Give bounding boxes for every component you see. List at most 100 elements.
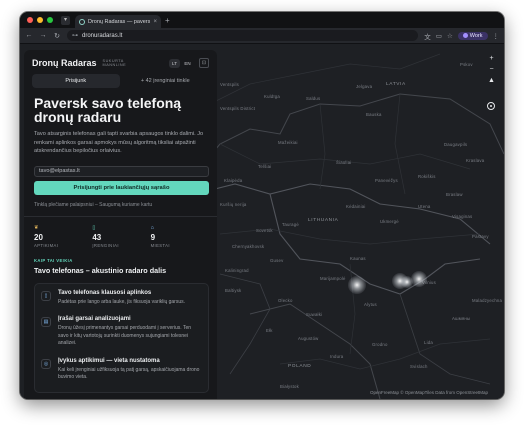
step-title: Įrašai garsai analizuojami <box>58 316 131 322</box>
map-city-label: Gusev <box>270 258 284 263</box>
url-text: dronuradaras.lt <box>82 32 123 39</box>
divider <box>24 215 217 217</box>
brand-subtitle: SUKURTA MANNLINE <box>102 58 127 68</box>
stat-cities: ⌂ 9 MIESTAI <box>151 225 209 248</box>
map-city-label: Ашмяны <box>452 316 471 321</box>
stat-label: APTIKIMAI <box>34 242 59 248</box>
how-it-works-kicker: KAIP TAI VEIKIA <box>34 257 73 263</box>
map-country-label: POLAND <box>288 364 312 369</box>
profile-chip[interactable]: Work <box>457 31 488 40</box>
map-city-label: Tauragė <box>282 222 299 227</box>
minimize-window-button[interactable] <box>37 17 43 23</box>
map-city-label: Ventspils District <box>220 106 256 111</box>
reload-icon[interactable]: ↻ <box>53 32 61 40</box>
back-icon[interactable]: ← <box>25 32 33 39</box>
stat-label: MIESTAI <box>150 242 170 248</box>
tab-join[interactable]: Prisijunk <box>32 74 120 88</box>
map-city-label: Pastavy <box>472 234 489 239</box>
tab-list-icon[interactable]: ▾ <box>61 15 70 25</box>
map-city-label: Svislach <box>410 364 428 369</box>
map-attribution[interactable]: OpenFreeMap © OpenMapTiles Data from Ope… <box>370 390 488 395</box>
email-field[interactable]: tavo@elpastas.lt <box>34 165 209 177</box>
translate-icon[interactable]: 文 <box>424 31 431 41</box>
close-window-button[interactable] <box>27 17 33 23</box>
stat-detections: ❦ 20 APTIKIMAI <box>34 225 92 248</box>
map-city-label: Braslaw <box>446 192 463 197</box>
map-city-label: Kėdainiai <box>346 204 366 209</box>
network-note: Tinklą plečiame palaipsniui – Saugumą ku… <box>34 201 153 208</box>
stat-devices: ▯ 43 ĮRENGINIAI <box>92 225 150 248</box>
cast-icon[interactable]: ▭ <box>436 32 442 40</box>
list-item: ▤ Įrašai garsai analizuojami Dronų ūžesį… <box>41 316 200 348</box>
language-switcher: LT EN <box>169 58 193 68</box>
browser-window: ▾ Dronų Radaras — paversk sav... × + ← →… <box>20 12 504 399</box>
map-city-label: Visaginas <box>452 214 473 219</box>
panel-header: Dronų Radaras SUKURTA MANNLINE LT EN ⊡ <box>24 50 217 70</box>
profile-avatar-icon <box>462 33 468 38</box>
map-city-label: Panevėžys <box>375 178 398 183</box>
toolbar-actions: 文 ▭ ☆ Work ⋮ <box>424 31 499 41</box>
map-city-label: Lida <box>424 340 433 345</box>
list-item: ◎ Įvykus aptikimui — vieta nustatoma Kai… <box>41 358 200 382</box>
browser-tab-active[interactable]: Dronų Radaras — paversk sav... × <box>75 15 161 28</box>
device-icon: ▯ <box>92 224 96 231</box>
stat-value: 9 <box>150 232 156 242</box>
list-item: ▯ Tavo telefonas klausosi aplinkos Padėt… <box>41 290 200 307</box>
map-city-label: Maladzyechna <box>472 298 503 303</box>
lang-en-button[interactable]: EN <box>182 59 193 68</box>
stat-value: 43 <box>92 232 102 242</box>
compass-icon[interactable]: ▲ <box>487 76 496 85</box>
locate-me-icon[interactable] <box>487 102 495 110</box>
map-city-label: Saldus <box>306 96 321 101</box>
map-country-label: LITHUANIA <box>308 218 339 223</box>
map-city-label: Augustów <box>298 336 319 341</box>
maximize-window-button[interactable] <box>47 17 53 23</box>
map-city-label: Sovetsk <box>256 228 273 233</box>
stat-label: ĮRENGINIAI <box>92 242 119 248</box>
bookmark-star-icon[interactable]: ☆ <box>447 32 453 40</box>
hero-description: Tavo atsarginis telefonas gali tapti sva… <box>34 131 204 154</box>
map-city-label: Ukmergė <box>380 219 399 224</box>
zoom-out-button[interactable]: − <box>487 65 496 74</box>
map-city-label: Bauska <box>366 112 382 117</box>
how-it-works-title: Tavo telefonas – akustinio radaro dalis <box>34 265 167 275</box>
join-waitlist-button[interactable]: Prisijungti prie laukiančiųjų sąrašo <box>34 180 209 195</box>
window-controls <box>27 17 53 23</box>
new-tab-button[interactable]: + <box>165 16 170 25</box>
stat-value: 20 <box>34 232 43 242</box>
map-city-label: Kraslava <box>466 158 485 163</box>
lang-lt-button[interactable]: LT <box>169 58 180 68</box>
forward-icon[interactable]: → <box>39 32 47 39</box>
tab-close-icon[interactable]: × <box>153 19 157 25</box>
step-description: Dronų ūžesį primenantys garsai perduodam… <box>58 325 192 346</box>
map-city-label: Šiauliai <box>336 160 352 165</box>
map-city-label: Marijampolė <box>320 276 346 281</box>
step-description: Padėtas prie lango arba lauke, jis fiksu… <box>58 298 186 305</box>
map-city-label: Olecko <box>278 298 293 303</box>
site-info-icon[interactable]: ⊶ <box>72 32 78 39</box>
map-city-label: Ełk <box>266 328 273 333</box>
map-city-label: Kuldīga <box>264 94 280 99</box>
detections-icon: ❦ <box>34 224 39 231</box>
step-description: Kai keli įrenginiai užfiksuoja tą patį g… <box>58 366 200 381</box>
map-country-label: LATVIA <box>386 82 406 87</box>
map-city-label: Białystok <box>280 384 299 389</box>
settings-icon[interactable]: ⊡ <box>199 58 209 68</box>
map-city-label: Mažeikiai <box>278 140 298 145</box>
phone-icon: ▯ <box>41 290 51 301</box>
map-city-label: Indura <box>330 354 344 359</box>
browser-menu-icon[interactable]: ⋮ <box>493 32 500 40</box>
map-city-label: Suwałki <box>306 312 323 317</box>
tab-bar: ▾ Dronų Radaras — paversk sav... × + <box>20 12 504 28</box>
map-city-label: Grodno <box>372 342 388 347</box>
brand-title: Dronų Radaras <box>32 58 97 68</box>
detection-marker[interactable] <box>348 276 366 294</box>
city-icon: ⌂ <box>150 224 154 231</box>
map-city-label: Telšiai <box>258 164 272 169</box>
zoom-in-button[interactable]: + <box>487 54 496 63</box>
step-title: Tavo telefonas klausosi aplinkos <box>58 289 152 296</box>
url-field[interactable]: ⊶ dronuradaras.lt <box>67 30 419 41</box>
map-city-label: Baltiysk <box>225 288 242 293</box>
detection-marker[interactable] <box>411 271 427 287</box>
tab-network[interactable]: + 42 įrenginiai tinkle <box>122 74 210 88</box>
